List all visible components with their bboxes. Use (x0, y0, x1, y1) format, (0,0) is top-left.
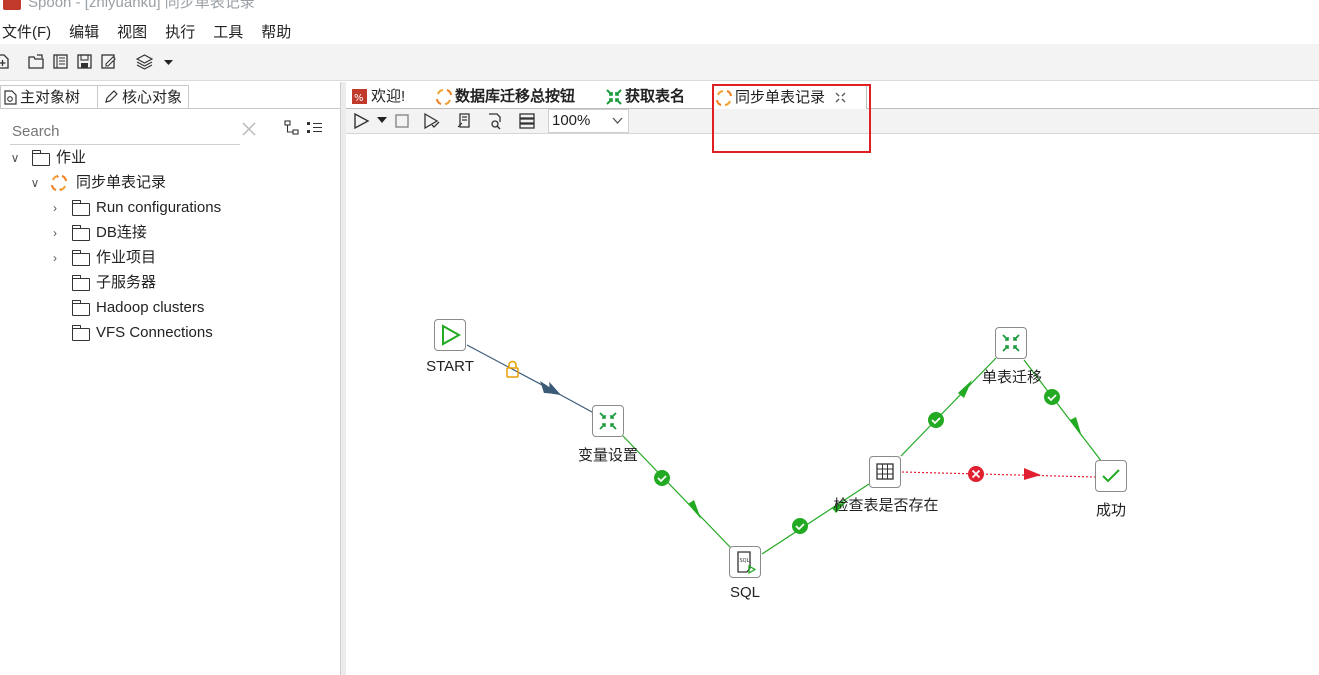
error-icon (968, 466, 984, 482)
job-entry-single-table-migration[interactable] (995, 327, 1027, 359)
hop-arrowhead (1024, 468, 1041, 480)
check-icon (928, 412, 944, 428)
job-hops-layer (466, 344, 1103, 555)
check-icon (654, 470, 670, 486)
job-entry-set-variables[interactable] (592, 405, 624, 437)
start-icon (442, 324, 462, 346)
job-entry-start[interactable] (434, 319, 466, 351)
hop-arrowhead (540, 381, 560, 394)
check-icon (792, 518, 808, 534)
job-entry-label: 变量设置 (577, 447, 638, 464)
job-entry-label: SQL (729, 584, 760, 601)
job-entry-label: START (426, 358, 474, 375)
checkmark-icon (1102, 469, 1120, 483)
job-entry-sql[interactable]: SQL (729, 546, 761, 578)
svg-text:SQL: SQL (740, 558, 750, 564)
transform-icon (599, 412, 617, 430)
hop-check-success-failure[interactable] (901, 471, 1096, 478)
hop-arrowhead (1070, 417, 1082, 437)
sql-icon: SQL (737, 551, 757, 575)
check-icon (1044, 389, 1060, 405)
transform-icon (1002, 334, 1020, 352)
job-entry-check-table-exists[interactable] (869, 456, 901, 488)
table-icon (876, 463, 894, 480)
job-entry-label: 成功 (1095, 502, 1126, 519)
hop-start-vars-arrow (543, 381, 593, 413)
job-entry-success[interactable] (1095, 460, 1127, 492)
hop-arrowhead (688, 500, 701, 519)
job-entry-label: 检查表是否存在 (833, 497, 939, 514)
job-entry-label: 单表迁移 (981, 369, 1042, 386)
